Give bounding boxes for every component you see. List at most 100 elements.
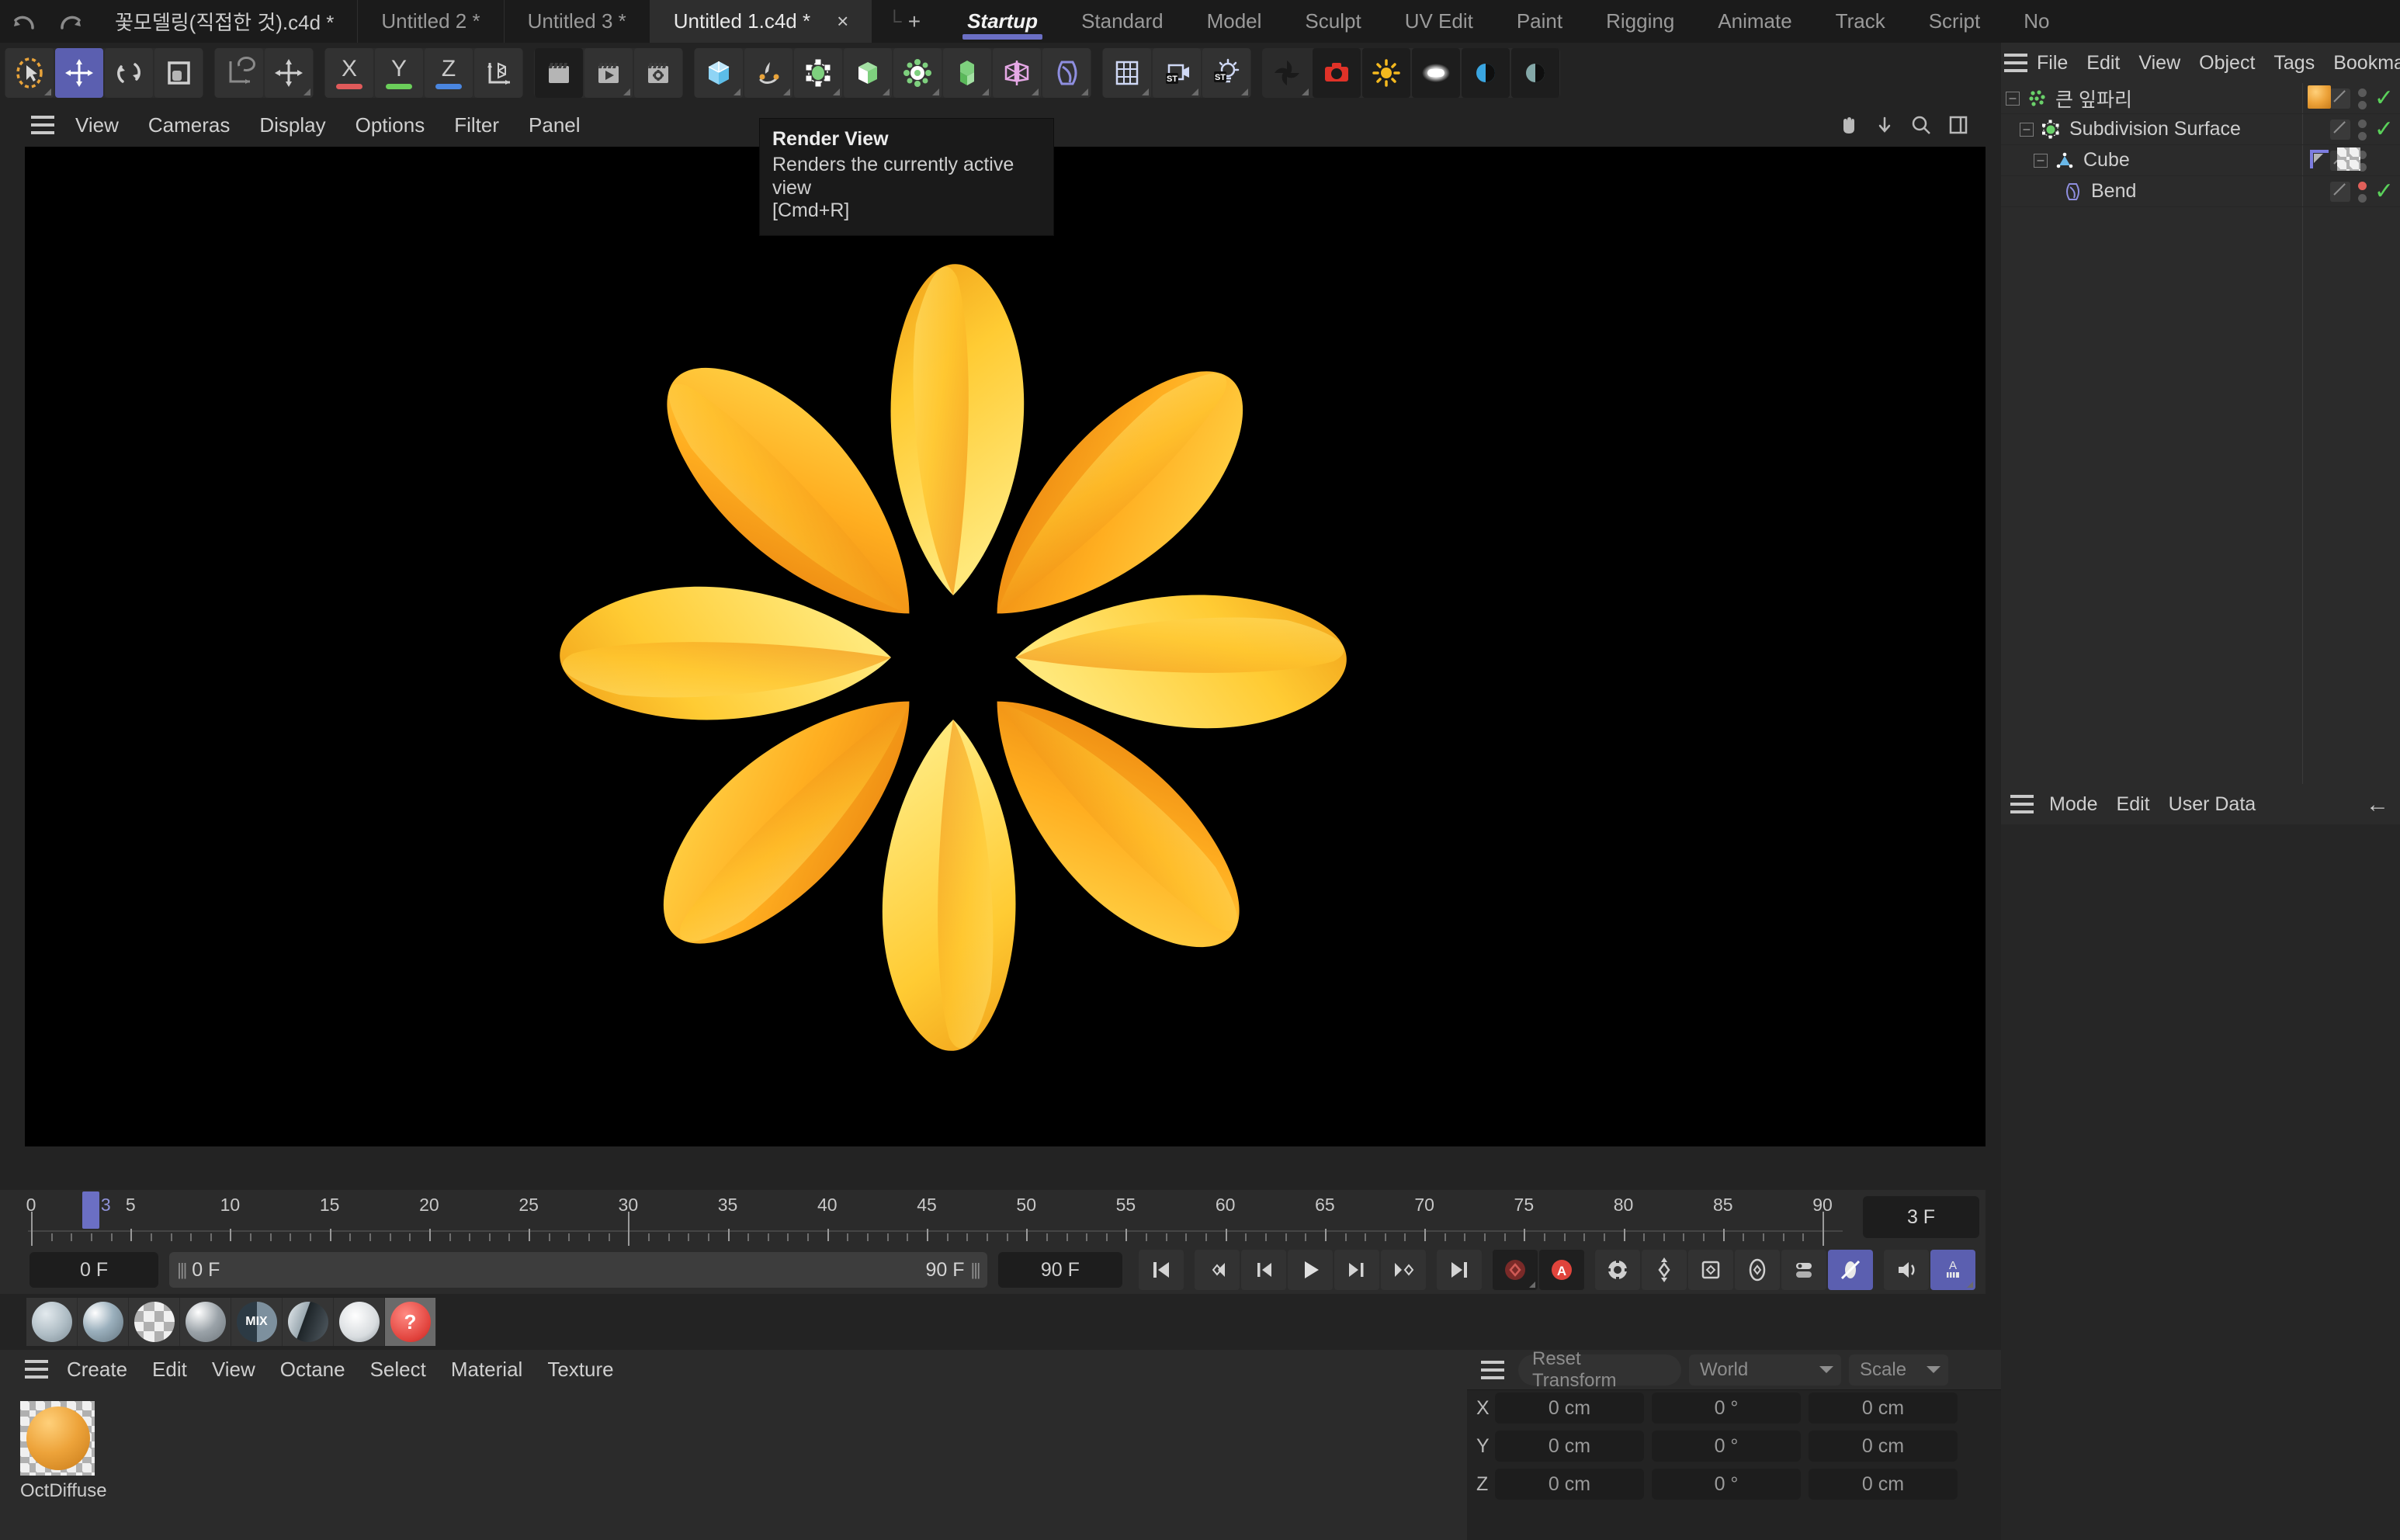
object-menu-bookmarks[interactable]: Bookma: [2324, 52, 2400, 75]
close-tab-icon[interactable]: ×: [837, 9, 848, 33]
render-visibility-dot[interactable]: [2357, 100, 2367, 109]
visibility-dots[interactable]: [2357, 181, 2367, 203]
timeline-playhead[interactable]: [82, 1191, 99, 1229]
octane-live-render-button[interactable]: [1313, 48, 1361, 98]
phong-tag-icon[interactable]: [2308, 147, 2331, 171]
material-swatch-2[interactable]: [129, 1298, 180, 1346]
editor-visibility-dot[interactable]: [2357, 181, 2367, 190]
material-menu-octane[interactable]: Octane: [268, 1358, 358, 1382]
symmetry-button[interactable]: [993, 48, 1041, 98]
object-axis-button[interactable]: [215, 48, 263, 98]
material-swatch-4[interactable]: MIX: [231, 1298, 283, 1346]
pla-key-button[interactable]: [1828, 1250, 1873, 1290]
layout-tab-track[interactable]: Track: [1814, 0, 1907, 43]
size-x-field[interactable]: 0 cm: [1809, 1393, 1958, 1424]
viewport-menu-display[interactable]: Display: [245, 113, 340, 137]
rotate-tool-button[interactable]: [105, 48, 153, 98]
go-to-start-button[interactable]: [1139, 1250, 1184, 1290]
octane-hdri-environment-button[interactable]: [1511, 48, 1559, 98]
new-document-button[interactable]: └ +: [872, 0, 931, 43]
move-tool-button[interactable]: [55, 48, 103, 98]
go-to-end-button[interactable]: [1437, 1250, 1482, 1290]
viewport-3d-canvas[interactable]: [25, 147, 1986, 1146]
size-y-field[interactable]: 0 cm: [1809, 1431, 1958, 1462]
editor-visibility-dot[interactable]: [2357, 119, 2367, 128]
camera-object-button[interactable]: ST: [1153, 48, 1201, 98]
render-view-button[interactable]: [535, 48, 583, 98]
preview-range-slider[interactable]: ||| 0 F 90 F |||: [169, 1252, 987, 1288]
layout-tab-standard[interactable]: Standard: [1060, 0, 1185, 43]
visibility-dots[interactable]: [2357, 88, 2367, 109]
viewport-menu-cameras[interactable]: Cameras: [134, 113, 245, 137]
layout-tab-rigging[interactable]: Rigging: [1584, 0, 1696, 43]
lock-x-axis-button[interactable]: X: [325, 48, 373, 98]
play-button[interactable]: [1288, 1250, 1333, 1290]
render-settings-button[interactable]: [634, 48, 682, 98]
move-axis-button[interactable]: [265, 48, 313, 98]
coordinate-system-button[interactable]: [474, 48, 522, 98]
object-tree[interactable]: – 큰 잎파리 ✓ – Subdivision Surface ✓ – Cube…: [2001, 83, 2400, 784]
document-tab-1[interactable]: Untitled 2 *: [357, 0, 503, 43]
next-key-button[interactable]: [1381, 1250, 1426, 1290]
rotation-z-field[interactable]: 0 °: [1652, 1469, 1801, 1500]
material-menu-material[interactable]: Material: [439, 1358, 535, 1382]
previous-key-button[interactable]: [1195, 1250, 1240, 1290]
visibility-toggle-icon[interactable]: [2329, 120, 2350, 140]
size-z-field[interactable]: 0 cm: [1809, 1469, 1958, 1500]
viewport-menu-panel[interactable]: Panel: [514, 113, 595, 137]
maximize-viewport-icon[interactable]: [1948, 115, 1968, 135]
layout-tab-animate[interactable]: Animate: [1696, 0, 1813, 43]
material-swatch-6[interactable]: [334, 1298, 385, 1346]
cube-primitive-button[interactable]: [695, 48, 743, 98]
object-menu-file[interactable]: File: [2027, 52, 2077, 75]
material-menu-select[interactable]: Select: [358, 1358, 439, 1382]
spline-pen-button[interactable]: [744, 48, 792, 98]
undo-button[interactable]: [3, 2, 47, 41]
layout-tab-startup[interactable]: Startup: [945, 0, 1060, 43]
visibility-toggle-icon[interactable]: [2329, 182, 2350, 202]
layout-tab-paint[interactable]: Paint: [1495, 0, 1584, 43]
hamburger-menu-icon[interactable]: [19, 1348, 54, 1391]
document-tab-0[interactable]: 꽃모델링(직접한 것).c4d *: [92, 0, 357, 43]
animation-layer-button[interactable]: A: [1930, 1250, 1975, 1290]
material-thumbnail[interactable]: [20, 1401, 95, 1476]
live-selection-button[interactable]: [5, 48, 54, 98]
expander-icon[interactable]: –: [2006, 91, 2020, 106]
layout-tab-script[interactable]: Script: [1907, 0, 2002, 43]
light-object-button[interactable]: ST: [1202, 48, 1250, 98]
redo-button[interactable]: [48, 2, 92, 41]
attribute-menu-user-data[interactable]: User Data: [2159, 793, 2266, 816]
layout-tab-more[interactable]: No: [2002, 0, 2071, 43]
back-arrow-icon[interactable]: ←: [2366, 792, 2389, 818]
scene-object-button[interactable]: [1103, 48, 1151, 98]
position-key-button[interactable]: [1642, 1250, 1687, 1290]
hamburger-menu-icon[interactable]: [25, 103, 61, 147]
editor-visibility-dot[interactable]: [2357, 88, 2367, 97]
material-swatch-1[interactable]: [78, 1298, 129, 1346]
lock-z-axis-button[interactable]: Z: [425, 48, 473, 98]
move-down-icon[interactable]: [1875, 116, 1894, 134]
array-object-button[interactable]: [844, 48, 892, 98]
sound-button[interactable]: [1884, 1250, 1929, 1290]
preview-end-input[interactable]: 90 F: [997, 1252, 1122, 1288]
position-y-field[interactable]: 0 cm: [1495, 1431, 1644, 1462]
next-frame-button[interactable]: [1334, 1250, 1379, 1290]
current-frame-input[interactable]: 0 F: [29, 1252, 159, 1288]
current-frame-readout[interactable]: 3 F: [1863, 1196, 1979, 1238]
material-menu-view[interactable]: View: [199, 1358, 268, 1382]
enabled-check-icon[interactable]: ✓: [2374, 118, 2394, 141]
visibility-toggle-icon[interactable]: [2329, 88, 2350, 109]
layout-tab-sculpt[interactable]: Sculpt: [1283, 0, 1382, 43]
object-menu-object[interactable]: Object: [2190, 52, 2264, 75]
object-row-subdivision-surface[interactable]: – Subdivision Surface ✓: [2001, 114, 2400, 145]
attribute-menu-edit[interactable]: Edit: [2107, 793, 2159, 816]
viewport-menu-options[interactable]: Options: [341, 113, 440, 137]
object-row-bend[interactable]: Bend ✓: [2001, 176, 2400, 207]
octane-area-light-button[interactable]: [1412, 48, 1460, 98]
octane-daylight-button[interactable]: [1462, 48, 1510, 98]
enabled-check-icon[interactable]: ✓: [2374, 87, 2394, 110]
octane-sunlight-button[interactable]: [1362, 48, 1410, 98]
material-item[interactable]: OctDiffuse: [20, 1401, 144, 1502]
material-menu-texture[interactable]: Texture: [535, 1358, 626, 1382]
hamburger-menu-icon[interactable]: [1475, 1348, 1510, 1392]
